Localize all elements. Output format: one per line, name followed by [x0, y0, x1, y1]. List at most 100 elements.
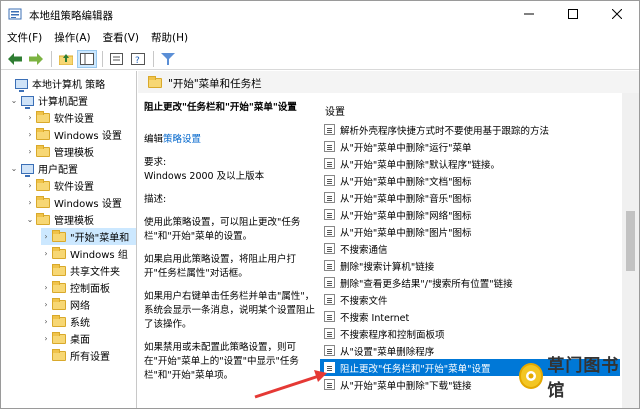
list-item-label: 从"开始"菜单中删除"网络"图标 [340, 210, 472, 222]
expand-icon[interactable]: › [41, 300, 51, 309]
list-item[interactable]: 解析外壳程序快捷方式时不要使用基于跟踪的方法 [320, 121, 620, 138]
policy-setting-icon [324, 175, 335, 186]
list-item[interactable]: 删除"查看更多结果"/"搜索所有位置"链接 [320, 274, 620, 291]
close-button[interactable] [595, 1, 639, 27]
tree-item-software-settings[interactable]: › 软件设置 [25, 109, 94, 126]
description-p2: 如果启用此策略设置，将阻止用户打开"任务栏属性"对话框。 [144, 254, 297, 279]
expand-icon[interactable]: › [41, 283, 51, 292]
list-item[interactable]: 不搜索通信 [320, 240, 620, 257]
help-button[interactable]: ? [128, 50, 148, 68]
list-item[interactable]: 从"开始"菜单中删除"文档"图标 [320, 172, 620, 189]
scrollbar-thumb[interactable] [626, 211, 635, 271]
policy-setting-icon [324, 243, 335, 254]
expand-icon[interactable]: › [25, 130, 35, 139]
folder-icon [51, 331, 67, 346]
folder-icon [35, 127, 51, 142]
edit-policy-link[interactable]: 策略设置 [163, 134, 201, 145]
tree-item-admin-templates[interactable]: › 管理模板 [25, 143, 94, 160]
maximize-icon [568, 9, 578, 19]
policy-setting-icon [324, 158, 335, 169]
collapse-icon[interactable]: ⌄ [25, 215, 35, 224]
show-hide-tree-button[interactable] [77, 49, 97, 68]
policy-setting-icon [324, 311, 335, 322]
navigation-tree: 本地计算机 策略 ⌄ 计算机配置 › 软件设置 › Windows 设置 › 管理模板 … [1, 71, 137, 408]
tree-item-desktop[interactable]: › 桌面 [41, 330, 90, 347]
tree-item-windows-settings[interactable]: › Windows 设置 [25, 126, 122, 143]
menu-view[interactable]: 查看(V) [97, 28, 145, 48]
list-item-label: 删除"查看更多结果"/"搜索所有位置"链接 [340, 278, 513, 290]
list-item-label: 从"开始"菜单中删除"运行"菜单 [340, 142, 472, 154]
policy-title: 阻止更改"任务栏和"开始"菜单"设置 [144, 102, 297, 113]
close-icon [612, 9, 622, 19]
list-item[interactable]: 删除"搜索计算机"链接 [320, 257, 620, 274]
description-p3: 如果用户右键单击任务栏并单击"属性"，系统会显示一条消息，说明某个设置阻止了该操… [144, 291, 316, 330]
tree-item-network[interactable]: › 网络 [41, 296, 90, 313]
tree-item-label: 网络 [70, 301, 90, 312]
tree-item-local-computer-policy[interactable]: 本地计算机 策略 [3, 75, 105, 92]
list-item[interactable]: 从"开始"菜单中删除"运行"菜单 [320, 138, 620, 155]
tree-item-label: 管理模板 [54, 148, 94, 159]
expand-icon[interactable]: › [41, 334, 51, 343]
expand-icon[interactable]: › [41, 232, 51, 241]
edit-policy-line: 编辑策略设置 [144, 133, 316, 147]
filter-button[interactable] [158, 50, 178, 68]
minimize-button[interactable] [507, 1, 551, 27]
list-item[interactable]: 从"开始"菜单中删除"默认程序"链接。 [320, 155, 620, 172]
description-p1: 使用此策略设置，可以阻止更改"任务栏"和"开始"菜单的设置。 [144, 217, 301, 242]
toolbar: ? [1, 48, 639, 70]
collapse-icon[interactable]: ⌄ [9, 164, 19, 173]
export-list-icon [110, 52, 123, 65]
expand-icon[interactable]: › [25, 198, 35, 207]
list-item[interactable]: 不搜索程序和控制面板项 [320, 325, 620, 342]
app-window: 本地组策略编辑器 文件(F) 操作(A) 查看(V) 帮助(H) ? 本地计算机… [0, 0, 640, 409]
list-item-label: 不搜索通信 [340, 244, 388, 256]
tree-item-windows-components[interactable]: › Windows 组 [41, 245, 128, 262]
folder-icon [51, 246, 67, 261]
expand-icon[interactable]: › [41, 317, 51, 326]
tree-item-shared-folders[interactable]: 共享文件夹 [41, 262, 120, 279]
tree-item-label: 计算机配置 [38, 97, 88, 108]
tree-item-user-config[interactable]: ⌄ 用户配置 [9, 160, 78, 177]
title-bar: 本地组策略编辑器 [1, 1, 639, 27]
expand-icon[interactable]: › [25, 147, 35, 156]
column-header-setting[interactable]: 设置 [325, 103, 345, 118]
tree-item-user-admin-templates[interactable]: ⌄ 管理模板 [25, 211, 94, 228]
list-item-label: 从"开始"菜单中删除"下载"链接 [340, 380, 472, 392]
policy-setting-icon [324, 345, 335, 356]
list-item[interactable]: 从"开始"菜单中删除"图片"图标 [320, 223, 620, 240]
policy-setting-icon [324, 209, 335, 220]
tree-item-all-settings[interactable]: 所有设置 [41, 347, 110, 364]
back-arrow-icon [8, 52, 22, 65]
tree-item-system[interactable]: › 系统 [41, 313, 90, 330]
forward-button[interactable] [26, 50, 46, 68]
tree-item-label: 控制面板 [70, 284, 110, 295]
folder-icon [51, 348, 67, 363]
folder-icon [35, 110, 51, 125]
menu-action[interactable]: 操作(A) [48, 28, 96, 48]
tree-item-start-menu-taskbar[interactable]: › "开始"菜单和 [41, 228, 136, 245]
expand-icon[interactable]: › [25, 181, 35, 190]
list-item-label: 从"设置"菜单删除程序 [340, 346, 435, 358]
collapse-icon[interactable]: ⌄ [9, 96, 19, 105]
list-item[interactable]: 不搜索 Internet [320, 308, 620, 325]
tree-item-user-windows-settings[interactable]: › Windows 设置 [25, 194, 122, 211]
tree-item-label: 系统 [70, 318, 90, 329]
up-button[interactable] [56, 50, 76, 68]
list-item[interactable]: 从"开始"菜单中删除"音乐"图标 [320, 189, 620, 206]
list-item[interactable]: 从"开始"菜单中删除"网络"图标 [320, 206, 620, 223]
tree-item-control-panel[interactable]: › 控制面板 [41, 279, 110, 296]
expand-icon[interactable]: › [25, 113, 35, 122]
tree-item-user-software-settings[interactable]: › 软件设置 [25, 177, 94, 194]
policy-setting-icon [324, 294, 335, 305]
expand-icon[interactable]: › [41, 249, 51, 258]
maximize-button[interactable] [551, 1, 595, 27]
list-item-label: 不搜索 Internet [340, 312, 410, 324]
tree-item-computer-config[interactable]: ⌄ 计算机配置 [9, 92, 88, 109]
policy-setting-icon [324, 328, 335, 339]
back-button[interactable] [5, 50, 25, 68]
menu-file[interactable]: 文件(F) [1, 28, 48, 48]
menu-help[interactable]: 帮助(H) [145, 28, 194, 48]
export-list-button[interactable] [107, 50, 127, 68]
list-item-label: 从"开始"菜单中删除"音乐"图标 [340, 193, 472, 205]
list-item[interactable]: 不搜索文件 [320, 291, 620, 308]
